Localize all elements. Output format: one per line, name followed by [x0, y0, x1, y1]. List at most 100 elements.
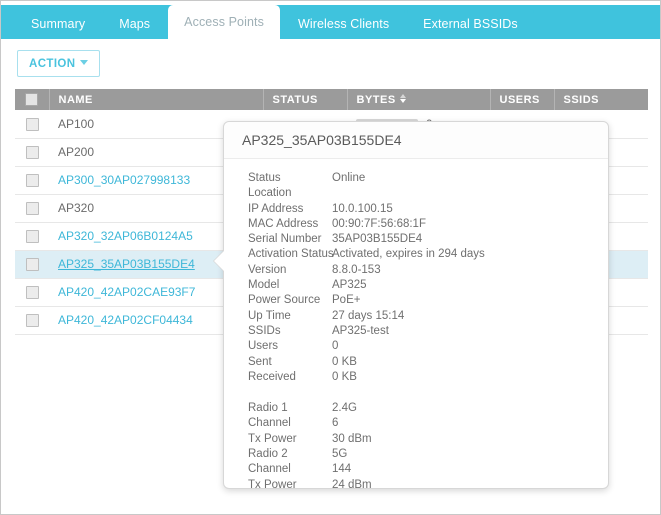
action-button[interactable]: ACTION	[17, 50, 100, 77]
radio-detail-row: Channel144	[224, 462, 608, 477]
detail-row: Sent0 KB	[224, 355, 608, 370]
row-checkbox[interactable]	[26, 202, 39, 215]
access-point-link[interactable]: AP420_42AP02CF04434	[58, 313, 193, 327]
detail-value: 35AP03B155DE4	[332, 232, 422, 247]
radio-detail-key: Radio 2	[224, 447, 332, 462]
row-checkbox[interactable]	[26, 258, 39, 271]
detail-row: Serial Number35AP03B155DE4	[224, 232, 608, 247]
radio-detail-key: Tx Power	[224, 432, 332, 447]
column-header-ssids[interactable]: SSIDS	[554, 89, 648, 110]
radio-detail-row: Radio 25G	[224, 447, 608, 462]
table-header-row: NAME STATUS BYTES USERS SSIDS	[15, 89, 648, 110]
row-select-cell[interactable]	[15, 110, 49, 138]
radio-detail-value: 5G	[332, 447, 347, 462]
row-select-cell[interactable]	[15, 306, 49, 334]
tab-external-bssids[interactable]: External BSSIDs	[407, 9, 534, 39]
detail-row: Up Time27 days 15:14	[224, 309, 608, 324]
radio-detail-value: 2.4G	[332, 401, 357, 416]
detail-key: Users	[224, 339, 332, 354]
radio-detail-row: Radio 12.4G	[224, 401, 608, 416]
radio-detail-row: Tx Power30 dBm	[224, 432, 608, 447]
detail-key: SSIDs	[224, 324, 332, 339]
action-button-label: ACTION	[29, 58, 75, 70]
chevron-down-icon	[80, 60, 88, 65]
detail-key: Activation Status	[224, 247, 332, 262]
detail-key: Status	[224, 171, 332, 186]
popover-radio-list: Radio 12.4G Channel 6Tx Power30 dBmRadio 2…	[224, 401, 608, 493]
column-header-users[interactable]: USERS	[490, 89, 554, 110]
detail-key: Serial Number	[224, 232, 332, 247]
radio-detail-value: 24 dBm	[332, 478, 372, 493]
radio-detail-row: Tx Power24 dBm	[224, 478, 608, 493]
tab-bar: SummaryMapsAccess PointsWireless Clients…	[1, 1, 660, 39]
detail-value: 0 KB	[332, 355, 357, 370]
access-point-name: AP320	[58, 201, 94, 215]
row-checkbox[interactable]	[26, 314, 39, 327]
row-select-cell[interactable]	[15, 222, 49, 250]
radio-detail-key: Radio 1	[224, 401, 332, 416]
popover-body: StatusOnlineLocationIP Address10.0.100.1…	[224, 159, 608, 493]
popover-section-gap	[224, 385, 608, 401]
select-all-header[interactable]	[15, 89, 49, 110]
row-checkbox[interactable]	[26, 286, 39, 299]
detail-key: Version	[224, 263, 332, 278]
detail-value: 0 KB	[332, 370, 357, 385]
row-select-cell[interactable]	[15, 166, 49, 194]
column-header-ssids-label: SSIDS	[564, 94, 600, 106]
row-checkbox[interactable]	[26, 146, 39, 159]
row-checkbox[interactable]	[26, 174, 39, 187]
tab-wireless-clients[interactable]: Wireless Clients	[282, 9, 405, 39]
detail-value: AP325	[332, 278, 367, 293]
detail-key: Location	[224, 186, 332, 201]
radio-detail-value: 144	[332, 462, 351, 477]
detail-row: Location	[224, 186, 608, 201]
detail-value: Activated, expires in 294 days	[332, 247, 485, 262]
row-select-cell[interactable]	[15, 278, 49, 306]
select-all-checkbox[interactable]	[25, 93, 38, 106]
detail-value: AP325-test	[332, 324, 389, 339]
access-point-link[interactable]: AP300_30AP027998133	[58, 173, 190, 187]
column-header-users-label: USERS	[500, 94, 540, 106]
access-point-link[interactable]: AP325_35AP03B155DE4	[58, 257, 195, 271]
radio-detail-value: 6	[332, 416, 338, 431]
access-point-link[interactable]: AP320_32AP06B0124A5	[58, 229, 193, 243]
detail-key: Sent	[224, 355, 332, 370]
detail-row: ModelAP325	[224, 278, 608, 293]
row-select-cell[interactable]	[15, 194, 49, 222]
detail-value: 00:90:7F:56:68:1F	[332, 217, 426, 232]
toolbar: ACTION	[1, 39, 660, 89]
detail-value: PoE+	[332, 293, 360, 308]
row-select-cell[interactable]	[15, 250, 49, 278]
row-checkbox[interactable]	[26, 230, 39, 243]
table-header: NAME STATUS BYTES USERS SSIDS	[15, 89, 648, 110]
tab-maps[interactable]: Maps	[103, 9, 166, 39]
detail-key: MAC Address	[224, 217, 332, 232]
detail-row: Received0 KB	[224, 370, 608, 385]
column-header-name-label: NAME	[59, 94, 93, 106]
column-header-name[interactable]: NAME	[49, 89, 263, 110]
sort-arrows-icon[interactable]	[400, 94, 407, 103]
detail-key: IP Address	[224, 202, 332, 217]
detail-row: Activation StatusActivated, expires in 2…	[224, 247, 608, 262]
column-header-bytes[interactable]: BYTES	[347, 89, 490, 110]
detail-value: 10.0.100.15	[332, 202, 393, 217]
detail-value: 27 days 15:14	[332, 309, 404, 324]
detail-key: Power Source	[224, 293, 332, 308]
popover-detail-list: StatusOnlineLocationIP Address10.0.100.1…	[224, 171, 608, 385]
column-header-bytes-label: BYTES	[357, 94, 396, 106]
radio-detail-key: Channel	[224, 462, 332, 477]
access-point-link[interactable]: AP420_42AP02CAE93F7	[58, 285, 195, 299]
detail-key: Received	[224, 370, 332, 385]
detail-row: StatusOnline	[224, 171, 608, 186]
detail-row: SSIDsAP325-test	[224, 324, 608, 339]
detail-row: Version8.8.0-153	[224, 263, 608, 278]
access-point-details-popover: AP325_35AP03B155DE4 StatusOnlineLocation…	[223, 121, 609, 489]
access-point-name: AP200	[58, 145, 94, 159]
detail-row: IP Address10.0.100.15	[224, 202, 608, 217]
tab-summary[interactable]: Summary	[15, 9, 101, 39]
row-select-cell[interactable]	[15, 138, 49, 166]
row-checkbox[interactable]	[26, 118, 39, 131]
tab-access-points[interactable]: Access Points	[168, 5, 280, 39]
column-header-status[interactable]: STATUS	[263, 89, 347, 110]
radio-detail-value: 30 dBm	[332, 432, 372, 447]
